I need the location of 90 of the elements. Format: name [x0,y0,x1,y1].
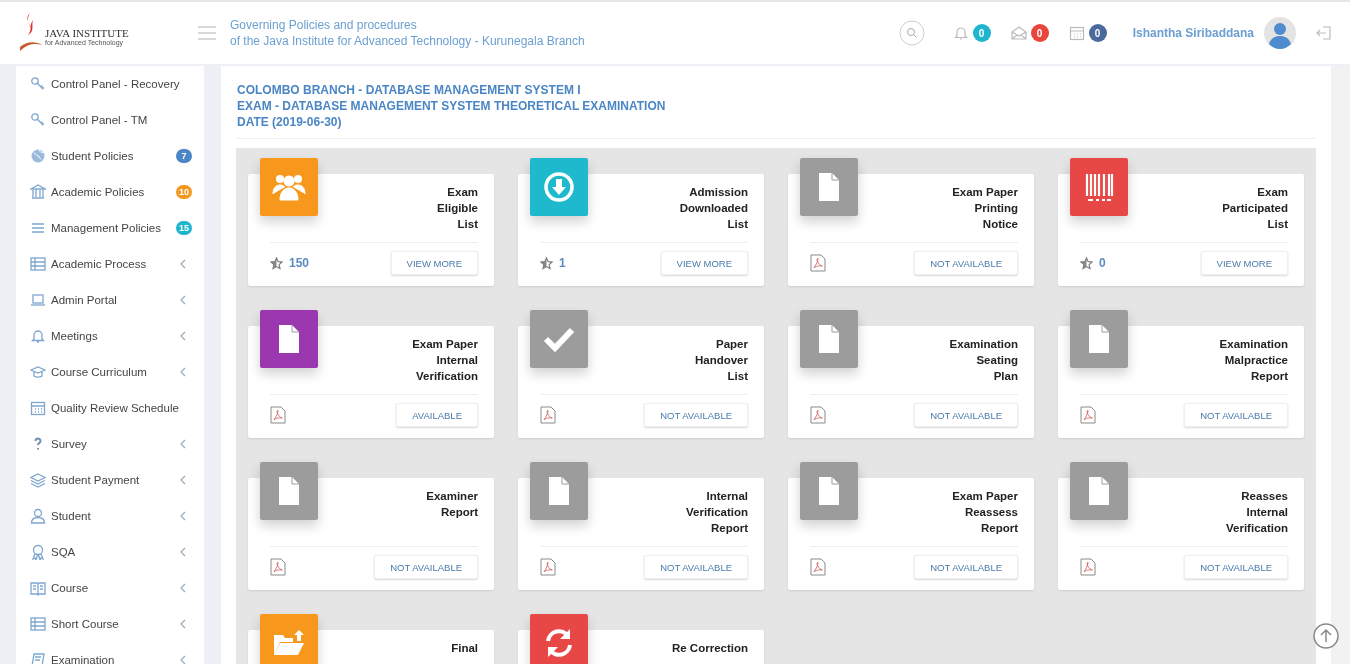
sidebar-item[interactable]: Academic Process [16,246,204,282]
card-title: Reasses Internal Verification [1225,489,1288,536]
logout-icon[interactable] [1316,25,1332,41]
sidebar-item[interactable]: Course Curriculum [16,354,204,390]
status-button[interactable]: NOT AVAILABLE [914,251,1018,275]
search-icon[interactable] [898,20,925,46]
award-icon [30,544,46,560]
card-title: Admission Downloaded List [678,185,748,232]
view-more-button[interactable]: VIEW MORE [660,251,748,275]
card-title: Re Correction [670,641,748,656]
pdf-icon[interactable] [810,254,826,272]
sidebar-item[interactable]: Management Policies 15 [16,210,204,246]
status-button[interactable]: NOT AVAILABLE [1184,403,1288,427]
star-icon [540,256,553,270]
sidebar-item[interactable]: Admin Portal [16,282,204,318]
rows-icon [30,256,46,272]
sidebar-item[interactable]: Student [16,498,204,534]
count-value: 150 [289,256,310,270]
scroll-up-icon[interactable] [1313,623,1339,649]
sidebar-item[interactable]: Meetings [16,318,204,354]
star-icon [1080,256,1093,270]
logo-text: JAVA INSTITUTE [45,28,129,39]
graduation-cap-icon [30,364,46,380]
status-button[interactable]: NOT AVAILABLE [1184,555,1288,579]
card-title: Exam Participated List [1221,185,1288,232]
bank-icon [30,184,46,200]
list-icon [30,220,46,236]
pdf-icon[interactable] [540,558,556,576]
globe-icon [30,148,46,164]
sidebar-item[interactable]: Short Course [16,606,204,642]
count-badge: 15 [176,221,192,235]
count-value: 1 [559,256,566,270]
book-icon [30,580,46,596]
header-title: Governing Policies and procedures of the Java Institute for Advanced Technology - Kurunegala Branch [230,17,585,49]
status-button[interactable]: AVAILABLE [396,403,478,427]
layers-icon [30,472,46,488]
status-button[interactable]: NOT AVAILABLE [644,555,748,579]
user-icon [30,508,46,524]
sidebar-item[interactable]: Student Payment [16,462,204,498]
envelope-icon[interactable] [1010,25,1027,41]
notebook-icon [30,652,46,664]
calendar-icon[interactable] [1068,25,1085,41]
count-badge: 10 [176,185,192,199]
pdf-icon[interactable] [540,406,556,424]
sidebar-item[interactable]: Examination [16,642,204,664]
card-title: Exam Paper Printing Notice [951,185,1018,232]
sidebar-item[interactable]: Course [16,570,204,606]
card-title: Exam Eligible List [436,185,478,232]
card-title: Paper Handover List [693,337,748,384]
count-badge: 0 [1030,24,1049,42]
pdf-icon[interactable] [810,558,826,576]
pdf-icon[interactable] [1080,406,1096,424]
bell-icon [30,328,46,344]
pdf-icon[interactable] [270,406,286,424]
star-icon [270,256,283,270]
status-button[interactable]: NOT AVAILABLE [374,555,478,579]
status-button[interactable]: NOT AVAILABLE [644,403,748,427]
key-icon [30,112,46,128]
sidebar-item[interactable]: Control Panel - Recovery [16,66,204,102]
pdf-icon[interactable] [810,406,826,424]
card-title: Final [450,641,478,656]
bell-icon[interactable] [952,25,969,41]
avatar-icon[interactable] [1264,17,1296,49]
count-value: 0 [1099,256,1106,270]
sidebar-item[interactable]: Survey [16,426,204,462]
sidebar-item[interactable]: Quality Review Schedule [16,390,204,426]
sidebar-item[interactable]: Control Panel - TM [16,102,204,138]
count-badge: 7 [176,149,192,163]
view-more-button[interactable]: VIEW MORE [1200,251,1288,275]
count-badge: 0 [1088,24,1107,42]
sidebar-item[interactable]: SQA [16,534,204,570]
count-badge: 0 [972,24,991,42]
card-title: Exam Paper Internal Verification [411,337,478,384]
status-button[interactable]: NOT AVAILABLE [914,403,1018,427]
exam-heading: COLOMBO BRANCH - DATABASE MANAGEMENT SYSTEM I EXAM - DATABASE MANAGEMENT SYSTEM THEORETICAL EXAMINATION DATE (2019-06-30) [236,66,1316,139]
key-icon [30,76,46,92]
sidebar-item[interactable]: Student Policies 7 [16,138,204,174]
card-title: Examination Malpractice Report [1218,337,1288,384]
pdf-icon[interactable] [270,558,286,576]
card-title: Internal Verification Report [685,489,748,536]
calendar-icon [30,400,46,416]
card-title: Exam Paper Reassess Report [951,489,1018,536]
card-title: Examiner Report [425,489,478,520]
sidebar-item[interactable]: Academic Policies 10 [16,174,204,210]
view-more-button[interactable]: VIEW MORE [390,251,478,275]
pdf-icon[interactable] [1080,558,1096,576]
rows-icon [30,616,46,632]
status-button[interactable]: NOT AVAILABLE [914,555,1018,579]
card-title: Examination Seating Plan [948,337,1018,384]
laptop-icon [30,292,46,308]
